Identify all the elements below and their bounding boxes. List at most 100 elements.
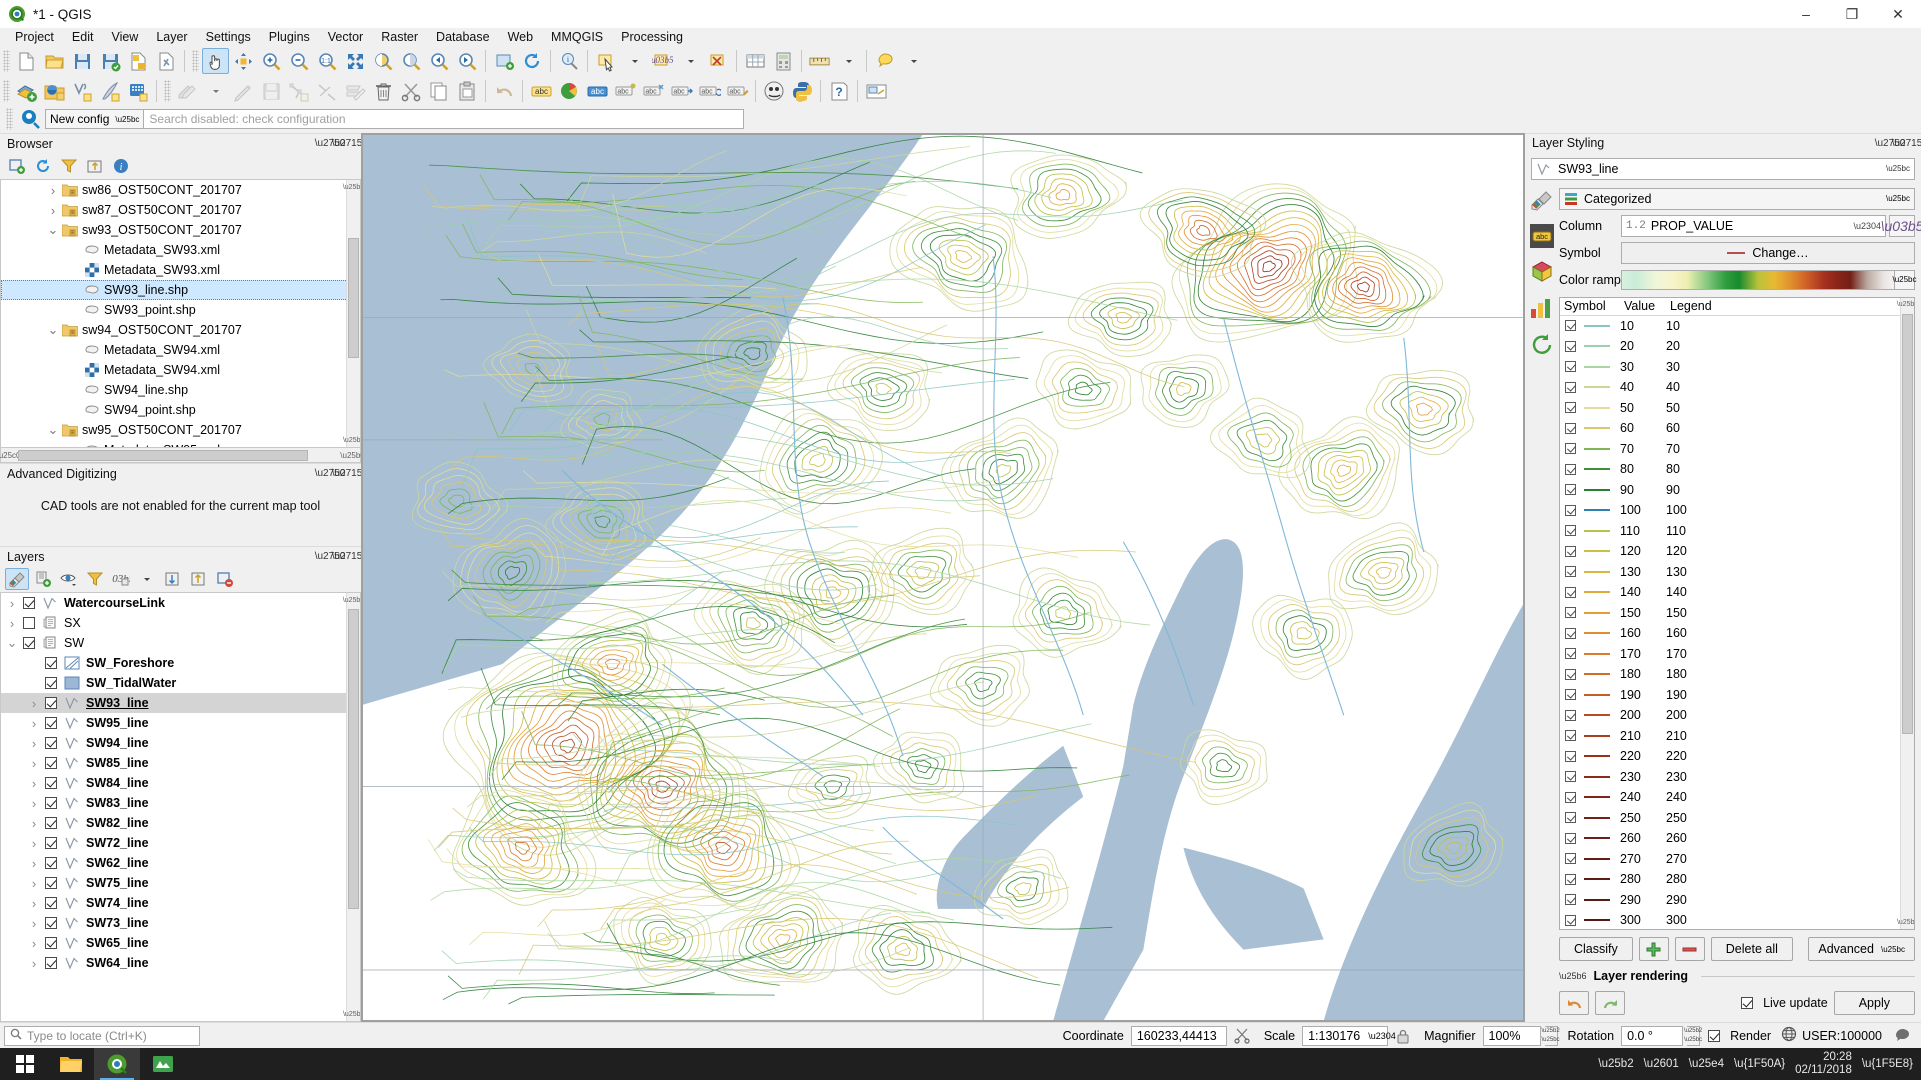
class-enabled-checkbox[interactable] [1565,607,1576,619]
class-legend-cell[interactable]: 220 [1666,749,1914,763]
class-color-swatch[interactable] [1584,324,1610,327]
layer-visibility-checkbox[interactable] [23,617,35,629]
class-color-swatch[interactable] [1584,468,1610,471]
color-ramp-preview[interactable] [1621,269,1895,290]
classification-row[interactable]: 90 90 [1560,480,1914,501]
layer-tree-item[interactable]: › SW94_line [1,733,360,753]
classification-row[interactable]: 260 260 [1560,828,1914,849]
field-calculator-button[interactable] [770,48,797,74]
class-enabled-checkbox[interactable] [1565,853,1576,865]
class-value-cell[interactable]: 70 [1620,442,1666,456]
expression-editor-button[interactable]: \u03b5 [1881,214,1921,237]
scroll-thumb[interactable] [1902,313,1913,734]
toolbar-grip[interactable] [6,108,13,130]
class-enabled-checkbox[interactable] [1565,402,1576,414]
paste-features-button[interactable] [454,78,481,104]
rotation-spinner[interactable]: \u25b2 \u25bc [1684,1025,1702,1046]
class-value-cell[interactable]: 300 [1620,913,1666,927]
layer-visibility-checkbox[interactable] [23,597,35,609]
class-legend-cell[interactable]: 250 [1666,811,1914,825]
class-legend-cell[interactable]: 110 [1666,524,1914,538]
class-enabled-checkbox[interactable] [1565,545,1576,557]
layer-history-icon[interactable] [1527,329,1557,359]
classification-row[interactable]: 280 280 [1560,869,1914,890]
classification-row[interactable]: 110 110 [1560,521,1914,542]
layer-visibility-checkbox[interactable] [45,697,57,709]
chevron-right-icon[interactable]: › [23,716,45,731]
filter-legend-icon[interactable] [83,568,107,590]
class-value-cell[interactable]: 290 [1620,893,1666,907]
zoom-last-button[interactable] [426,48,453,74]
pan-to-selection-button[interactable] [230,48,257,74]
class-legend-cell[interactable]: 260 [1666,831,1914,845]
classification-row[interactable]: 240 240 [1560,787,1914,808]
class-enabled-checkbox[interactable] [1565,340,1576,352]
file-explorer-icon[interactable] [48,1048,94,1080]
remove-layer-icon[interactable] [213,568,237,590]
messages-icon[interactable] [1894,1027,1911,1044]
class-symbol-cell[interactable] [1560,853,1620,865]
class-color-swatch[interactable] [1584,714,1610,717]
chevron-right-icon[interactable]: › [23,796,45,811]
menu-database[interactable]: Database [427,28,499,46]
class-legend-cell[interactable]: 170 [1666,647,1914,661]
layer-tree-item[interactable]: SW_Foreshore [1,653,360,673]
layer-visibility-checkbox[interactable] [45,957,57,969]
class-legend-cell[interactable]: 90 [1666,483,1914,497]
zoom-to-layer-button[interactable] [398,48,425,74]
class-enabled-checkbox[interactable] [1565,566,1576,578]
class-value-cell[interactable]: 200 [1620,708,1666,722]
layer-tree-item[interactable]: › SW95_line [1,713,360,733]
zoom-in-button[interactable] [258,48,285,74]
class-color-swatch[interactable] [1584,878,1610,881]
class-legend-cell[interactable]: 40 [1666,380,1914,394]
classification-row[interactable]: 160 160 [1560,623,1914,644]
layer-visibility-checkbox[interactable] [45,717,57,729]
class-legend-cell[interactable]: 10 [1666,319,1914,333]
layer-visibility-checkbox[interactable] [45,797,57,809]
classification-row[interactable]: 190 190 [1560,685,1914,706]
delete-selected-button[interactable] [370,78,397,104]
class-value-cell[interactable]: 110 [1620,524,1666,538]
class-symbol-cell[interactable] [1560,340,1620,352]
browser-tree-item[interactable]: ⌄ sw94_OST50CONT_201707 [1,320,360,340]
classification-row[interactable]: 210 210 [1560,726,1914,747]
highlight-pinned-labels-button[interactable]: abc [584,78,611,104]
locator-search-input[interactable]: Search disabled: check configuration [144,109,745,129]
class-value-cell[interactable]: 30 [1620,360,1666,374]
chevron-right-icon[interactable]: › [45,203,61,218]
menu-raster[interactable]: Raster [372,28,427,46]
expression-filter-icon[interactable]: \u03b5 [109,568,133,590]
current-edits-dropdown[interactable] [202,78,229,104]
class-legend-cell[interactable]: 160 [1666,626,1914,640]
open-layer-styling-icon[interactable] [5,568,29,590]
class-color-swatch[interactable] [1584,898,1610,901]
class-value-cell[interactable]: 250 [1620,811,1666,825]
class-color-swatch[interactable] [1584,447,1610,450]
class-symbol-cell[interactable] [1560,873,1620,885]
app-taskbar-icon[interactable] [140,1048,186,1080]
classification-row[interactable]: 230 230 [1560,767,1914,788]
save-project-as-button[interactable] [97,48,124,74]
new-project-button[interactable] [13,48,40,74]
save-project-button[interactable] [69,48,96,74]
adv-dig-close-icon[interactable]: \u2715 [332,467,363,481]
menu-plugins[interactable]: Plugins [260,28,319,46]
labels-icon[interactable]: abc [1527,221,1557,251]
class-legend-cell[interactable]: 100 [1666,503,1914,517]
3d-view-icon[interactable] [1527,257,1557,287]
browser-properties-info-icon[interactable]: i [109,155,133,177]
class-symbol-cell[interactable] [1560,504,1620,516]
layer-visibility-checkbox[interactable] [45,937,57,949]
refresh-map-button[interactable] [519,48,546,74]
spin-up-icon[interactable]: \u25b2 [1684,1027,1702,1036]
scroll-thumb[interactable] [348,609,359,909]
class-legend-cell[interactable]: 180 [1666,667,1914,681]
open-project-button[interactable] [41,48,68,74]
class-legend-cell[interactable]: 50 [1666,401,1914,415]
rotate-label-button[interactable]: abc [696,78,723,104]
browser-vertical-scrollbar[interactable]: \u25b2 \u25bc [343,180,360,447]
class-color-swatch[interactable] [1584,673,1610,676]
layers-dropdown-icon[interactable] [135,568,159,590]
classification-row[interactable]: 250 250 [1560,808,1914,829]
